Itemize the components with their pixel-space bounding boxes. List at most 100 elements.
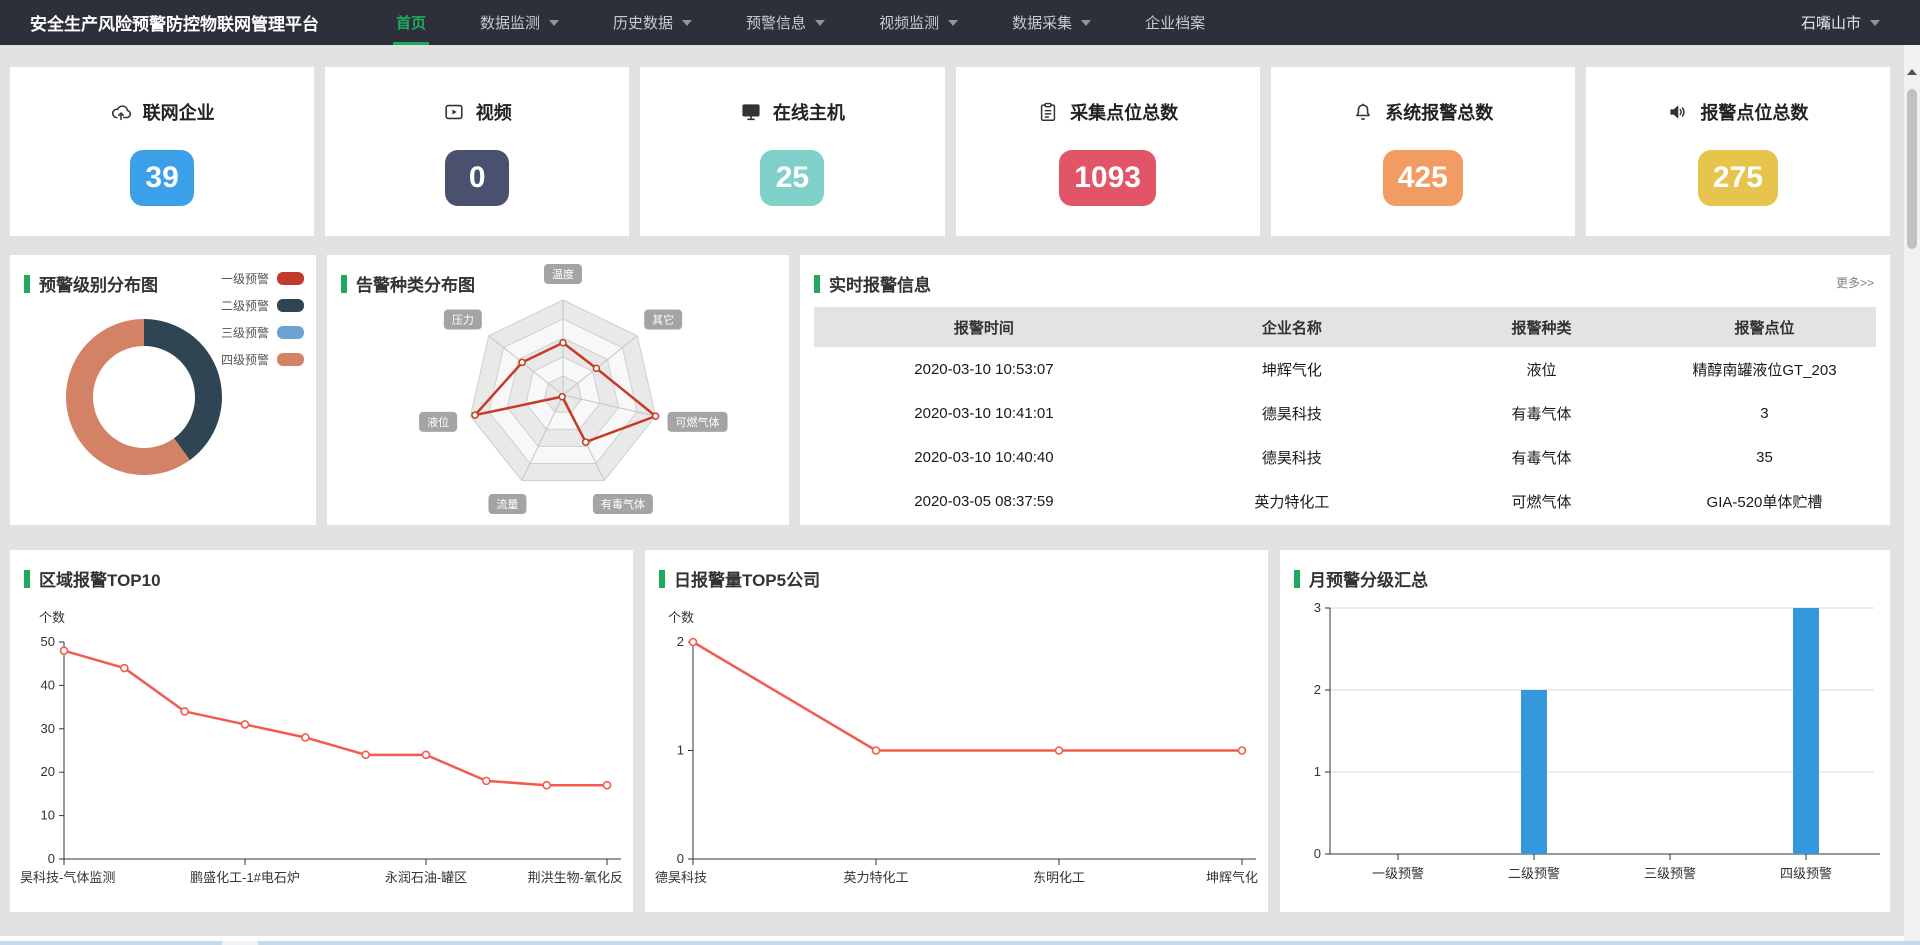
stat-card-head: 采集点位总数 <box>1037 99 1178 125</box>
svg-text:荆洪生物-氧化反: 荆洪生物-氧化反 <box>528 870 623 885</box>
monthly-levels-bar-chart: 0123一级预警二级预警三级预警四级预警 <box>1288 592 1884 904</box>
stat-card-value-badge: 1093 <box>1059 150 1156 206</box>
stat-card-3: 采集点位总数 1093 <box>956 67 1260 236</box>
stat-card-head: 联网企业 <box>110 99 215 125</box>
svg-text:昊科技-气体监测: 昊科技-气体监测 <box>20 870 115 885</box>
table-row: 2020-03-10 10:40:40德昊科技有毒气体35 <box>814 435 1876 479</box>
nav-item-1[interactable]: 数据监测 <box>453 0 586 45</box>
table-row: 2020-03-10 10:41:01德昊科技有毒气体3 <box>814 391 1876 435</box>
table-cell: 2020-03-05 08:37:59 <box>814 479 1154 523</box>
legend-item-0[interactable]: 一级预警 <box>221 270 304 287</box>
legend-swatch <box>277 299 304 312</box>
stat-card-4: 系统报警总数425 <box>1271 67 1575 236</box>
radar-axis-label: 有毒气体 <box>593 494 653 514</box>
table-row: 2020-03-05 08:37:59英力特化工可燃气体GIA-520单体贮槽 <box>814 479 1876 523</box>
legend-item-1[interactable]: 二级预警 <box>221 297 304 314</box>
stat-card-head: 系统报警总数 <box>1352 99 1493 125</box>
svg-text:三级预警: 三级预警 <box>1644 866 1696 881</box>
table-cell: 2020-03-10 10:53:07 <box>814 347 1154 391</box>
vertical-scrollbar-thumb[interactable] <box>1907 89 1917 249</box>
legend-item-2[interactable]: 三级预警 <box>221 324 304 341</box>
chevron-down-icon <box>549 20 559 26</box>
svg-text:可燃气体: 可燃气体 <box>676 415 720 429</box>
title-marker <box>341 275 347 293</box>
monitor-icon <box>740 101 762 123</box>
nav-item-4[interactable]: 视频监测 <box>852 0 985 45</box>
more-link[interactable]: 更多>> <box>1836 274 1874 291</box>
horizontal-scrollbar[interactable] <box>0 941 1920 945</box>
chevron-down-icon <box>948 20 958 26</box>
svg-text:液位: 液位 <box>427 415 449 429</box>
nav-item-3[interactable]: 预警信息 <box>719 0 852 45</box>
horizontal-scrollbar-thumb[interactable] <box>222 941 258 945</box>
svg-text:流量: 流量 <box>496 497 518 511</box>
panel-title: 日报警量TOP5公司 <box>659 566 820 591</box>
table-cell: 德昊科技 <box>1154 391 1430 435</box>
table-cell: 德昊科技 <box>1154 435 1430 479</box>
bell-icon <box>1352 101 1374 123</box>
svg-text:10: 10 <box>41 808 55 823</box>
svg-text:50: 50 <box>41 634 55 649</box>
svg-text:四级预警: 四级预警 <box>1780 866 1832 881</box>
nav-item-2[interactable]: 历史数据 <box>586 0 719 45</box>
panel-title-text: 实时报警信息 <box>829 271 931 296</box>
svg-text:2: 2 <box>677 634 684 649</box>
svg-text:0: 0 <box>677 851 684 866</box>
table-cell: 可燃气体 <box>1430 479 1653 523</box>
chevron-down-icon <box>815 20 825 26</box>
region-selector[interactable]: 石嘴山市 <box>1801 12 1880 33</box>
table-cell: GIA-520单体贮槽 <box>1653 479 1876 523</box>
middle-row: 预警级别分布图 一级预警二级预警三级预警四级预警 告警种类分布图 温度其它可燃气… <box>10 255 1890 525</box>
title-marker <box>24 570 30 588</box>
nav-item-label: 预警信息 <box>746 12 806 33</box>
stat-card-label: 在线主机 <box>773 99 845 125</box>
radar-axis-label: 流量 <box>488 494 526 514</box>
legend-swatch <box>277 326 304 339</box>
scroll-up-icon[interactable] <box>1907 69 1917 75</box>
table-cell: 坤辉气化 <box>1154 347 1430 391</box>
svg-text:压力: 压力 <box>452 314 474 327</box>
stat-card-head: 视频 <box>443 99 512 125</box>
table-column-header: 企业名称 <box>1154 307 1430 347</box>
table-cell: 2020-03-10 10:40:40 <box>814 435 1154 479</box>
svg-text:0: 0 <box>48 851 55 866</box>
panel-title: 告警种类分布图 <box>341 271 475 296</box>
daily-top5-panel: 日报警量TOP5公司 个数012德昊科技英力特化工东明化工坤辉气化 <box>645 550 1268 912</box>
stat-card-value-badge: 39 <box>130 150 194 206</box>
stat-card-1: 视频0 <box>325 67 629 236</box>
nav-item-label: 数据监测 <box>480 12 540 33</box>
nav-item-5[interactable]: 数据采集 <box>985 0 1118 45</box>
alarm-type-radar-panel: 告警种类分布图 温度其它可燃气体有毒气体流量液位压力 <box>327 255 789 525</box>
svg-text:2: 2 <box>1314 682 1321 697</box>
table-header-row: 报警时间企业名称报警种类报警点位 <box>814 307 1876 347</box>
legend-item-3[interactable]: 四级预警 <box>221 351 304 368</box>
stat-card-label: 报警点位总数 <box>1700 99 1808 125</box>
panel-title: 预警级别分布图 <box>24 271 158 296</box>
svg-text:20: 20 <box>41 764 55 779</box>
table-cell: 3 <box>1653 391 1876 435</box>
title-marker <box>659 570 665 588</box>
legend-label: 三级预警 <box>221 324 269 341</box>
svg-text:1: 1 <box>1314 764 1321 779</box>
nav-item-0[interactable]: 首页 <box>369 0 453 45</box>
title-marker <box>24 275 30 293</box>
bottom-row: 区域报警TOP10 个数01020304050昊科技-气体监测鹏盛化工-1#电石… <box>10 550 1890 912</box>
alarm-table: 报警时间企业名称报警种类报警点位 2020-03-10 10:53:07坤辉气化… <box>814 307 1876 523</box>
clipboard-icon <box>1037 101 1059 123</box>
svg-text:其它: 其它 <box>652 313 674 327</box>
pie-legend: 一级预警二级预警三级预警四级预警 <box>221 270 304 368</box>
chevron-down-icon <box>1081 20 1091 26</box>
table-cell: 英力特化工 <box>1154 479 1430 523</box>
title-marker <box>1294 570 1300 588</box>
warning-level-pie-panel: 预警级别分布图 一级预警二级预警三级预警四级预警 <box>10 255 316 525</box>
table-column-header: 报警时间 <box>814 307 1154 347</box>
panel-title: 实时报警信息 <box>814 271 931 296</box>
stat-cards-row: 联网企业39视频0在线主机25采集点位总数1093系统报警总数425报警点位总数… <box>10 67 1890 236</box>
panel-title: 区域报警TOP10 <box>24 566 161 591</box>
nav-item-6[interactable]: 企业档案 <box>1118 0 1232 45</box>
radar-axis-label: 可燃气体 <box>668 412 728 432</box>
speaker-icon <box>1667 101 1689 123</box>
chevron-down-icon <box>682 20 692 26</box>
vertical-scrollbar[interactable] <box>1904 45 1920 941</box>
daily-top5-line-chart: 个数012德昊科技英力特化工东明化工坤辉气化 <box>653 594 1260 904</box>
